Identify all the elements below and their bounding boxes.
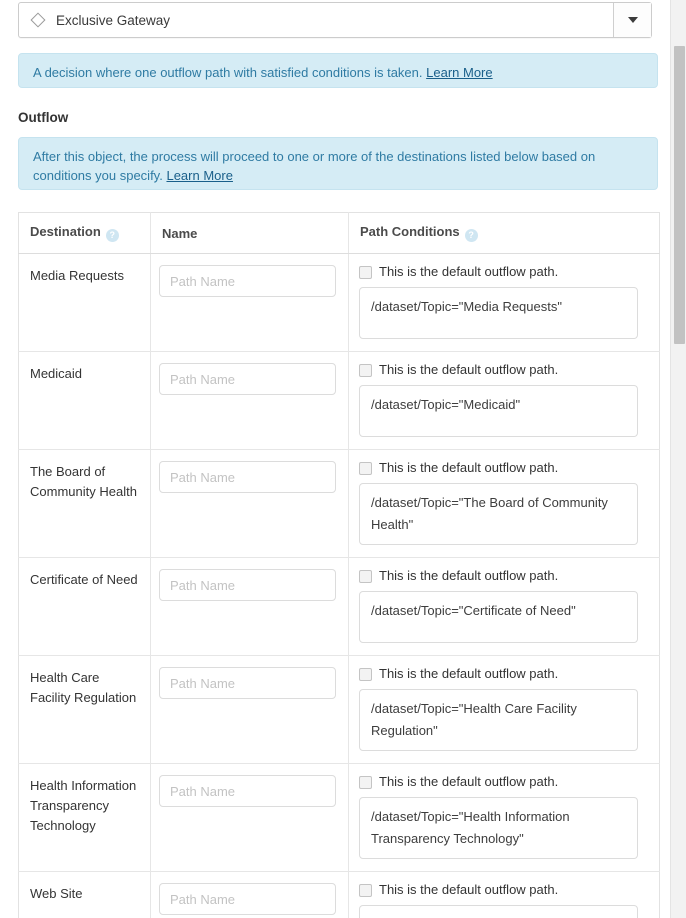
column-header-name-label: Name (162, 225, 198, 241)
destination-cell: Certificate of Need (18, 557, 151, 656)
path-condition-textarea[interactable]: /dataset/Topic="Medicaid" (359, 385, 638, 437)
path-conditions-cell: This is the default outflow path. /datase… (348, 253, 660, 352)
path-condition-textarea[interactable]: /dataset/Topic="The Board of Community H… (359, 483, 638, 545)
name-cell (150, 253, 349, 352)
destination-label: Certificate of Need (30, 572, 138, 587)
name-cell (150, 449, 349, 558)
outflow-section-title: Outflow (18, 110, 69, 125)
path-conditions-cell: This is the default outflow path. /datase… (348, 351, 660, 450)
path-name-input[interactable] (159, 569, 336, 601)
destination-cell: Web Site (18, 871, 151, 918)
default-outflow-checkbox[interactable] (359, 363, 372, 377)
destination-label: Web Site (30, 886, 83, 901)
default-outflow-label: This is the default outflow path. (379, 568, 559, 583)
destination-cell: Health Information Transparency Technolo… (18, 763, 151, 872)
path-name-input[interactable] (159, 265, 336, 297)
name-cell (150, 655, 349, 764)
object-type-select-display[interactable]: Exclusive Gateway (19, 3, 613, 37)
default-outflow-checkbox[interactable] (359, 569, 372, 583)
table-row: Health Information Transparency Technolo… (18, 763, 660, 872)
default-outflow-checkbox[interactable] (359, 775, 372, 789)
path-conditions-cell: This is the default outflow path. /datase… (348, 557, 660, 656)
default-outflow-row: This is the default outflow path. (359, 882, 638, 898)
help-icon-destination[interactable]: ? (105, 229, 119, 242)
path-conditions-cell: This is the default outflow path. /datase… (348, 763, 660, 872)
default-outflow-checkbox[interactable] (359, 883, 372, 897)
name-cell (150, 351, 349, 450)
path-name-input[interactable] (159, 363, 336, 395)
path-name-input[interactable] (159, 883, 336, 915)
destination-label: Health Care Facility Regulation (30, 670, 137, 705)
scrollbar-thumb[interactable] (674, 46, 685, 344)
path-condition-textarea[interactable]: /dataset/Topic="Media Requests" (359, 287, 638, 339)
default-outflow-label: This is the default outflow path. (379, 264, 559, 279)
column-header-name: Name (150, 212, 349, 254)
default-outflow-label: This is the default outflow path. (379, 460, 559, 475)
destination-cell: Health Care Facility Regulation (18, 655, 151, 764)
table-body: Media Requests This is the default outflo… (18, 253, 660, 918)
path-name-input[interactable] (159, 667, 336, 699)
default-outflow-label: This is the default outflow path. (379, 774, 559, 789)
path-condition-textarea[interactable]: /dataset/Topic="Health Care Facility Reg… (359, 689, 638, 751)
gateway-description-text: A decision where one outflow path with s… (33, 65, 423, 80)
path-name-input[interactable] (159, 461, 336, 493)
object-type-label: Exclusive Gateway (56, 12, 171, 28)
table-row: Medicaid This is the default outflow path… (18, 351, 660, 450)
default-outflow-row: This is the default outflow path. (359, 362, 638, 378)
gateway-properties-panel: Exclusive Gateway A decision where one o… (0, 0, 686, 918)
destination-label: Media Requests (30, 268, 124, 283)
default-outflow-row: This is the default outflow path. (359, 774, 638, 790)
chevron-down-icon (627, 17, 638, 23)
panel-content: Exclusive Gateway A decision where one o… (0, 0, 670, 918)
destination-cell: Media Requests (18, 253, 151, 352)
diamond-icon (30, 12, 46, 28)
column-header-destination: Destination? (18, 212, 151, 254)
table-header-row: Destination? Name Path Conditions? (18, 212, 660, 254)
name-cell (150, 763, 349, 872)
default-outflow-row: This is the default outflow path. (359, 568, 638, 584)
path-name-input[interactable] (159, 775, 336, 807)
default-outflow-checkbox[interactable] (359, 461, 372, 475)
name-cell (150, 871, 349, 918)
destination-label: Health Information Transparency Technolo… (30, 778, 137, 833)
default-outflow-row: This is the default outflow path. (359, 460, 638, 476)
table-row: Web Site This is the default outflow path… (18, 871, 660, 918)
column-header-destination-label: Destination (30, 224, 101, 239)
column-header-path-conditions: Path Conditions? (348, 212, 660, 254)
path-conditions-cell: This is the default outflow path. /datase… (348, 449, 660, 558)
path-condition-textarea[interactable]: /dataset/Topic="Health Information Trans… (359, 797, 638, 859)
outflow-description-info: After this object, the process will proc… (18, 137, 658, 190)
destination-cell: Medicaid (18, 351, 151, 450)
destination-cell: The Board of Community Health (18, 449, 151, 558)
help-icon-path-conditions[interactable]: ? (464, 229, 478, 242)
gateway-description-info: A decision where one outflow path with s… (18, 53, 658, 88)
path-condition-textarea[interactable]: /dataset/Topic="Certificate of Need" (359, 591, 638, 643)
default-outflow-label: This is the default outflow path. (379, 666, 559, 681)
outflow-description-text: After this object, the process will proc… (33, 149, 596, 183)
table-row: Certificate of Need This is the default o… (18, 557, 660, 656)
object-type-select[interactable]: Exclusive Gateway (18, 2, 652, 38)
vertical-scrollbar[interactable] (670, 0, 686, 918)
default-outflow-label: This is the default outflow path. (379, 362, 559, 377)
destination-label: The Board of Community Health (30, 464, 137, 499)
path-conditions-cell: This is the default outflow path. /datase… (348, 655, 660, 764)
path-condition-textarea[interactable]: /dataset/Topic="Web Site" (359, 905, 638, 918)
learn-more-link-outflow[interactable]: Learn More (166, 168, 232, 183)
table-row: Media Requests This is the default outflo… (18, 253, 660, 352)
default-outflow-label: This is the default outflow path. (379, 882, 559, 897)
path-conditions-cell: This is the default outflow path. /datase… (348, 871, 660, 918)
destination-label: Medicaid (30, 366, 83, 381)
default-outflow-checkbox[interactable] (359, 667, 372, 681)
name-cell (150, 557, 349, 656)
outflow-destinations-table: Destination? Name Path Conditions? Media… (18, 212, 660, 918)
default-outflow-checkbox[interactable] (359, 265, 372, 279)
object-type-dropdown-button[interactable] (613, 3, 651, 37)
default-outflow-row: This is the default outflow path. (359, 666, 638, 682)
learn-more-link-gateway[interactable]: Learn More (426, 65, 492, 80)
column-header-path-conditions-label: Path Conditions (360, 224, 460, 239)
default-outflow-row: This is the default outflow path. (359, 264, 638, 280)
table-row: The Board of Community Health This is the… (18, 449, 660, 558)
table-row: Health Care Facility Regulation This is t… (18, 655, 660, 764)
